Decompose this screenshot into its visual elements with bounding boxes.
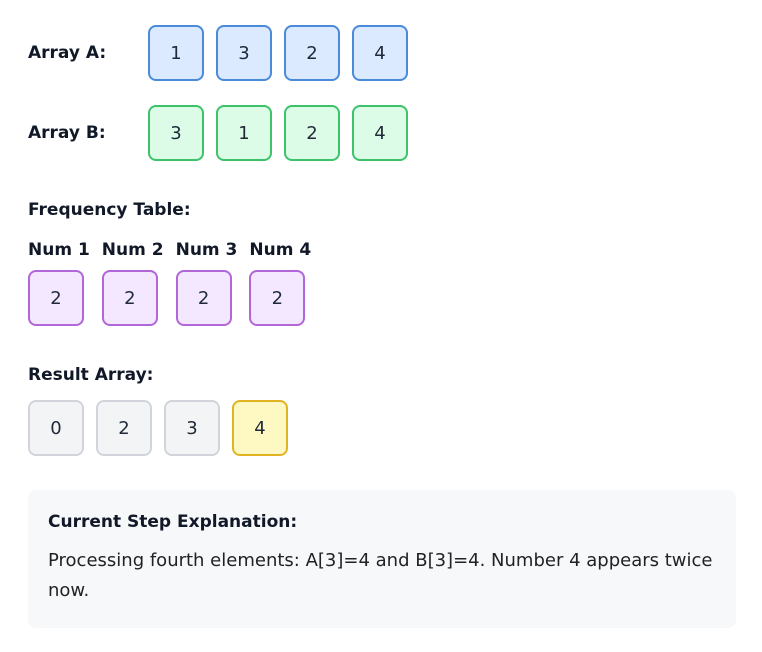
array-a-cells: 1 3 2 4 xyxy=(148,25,408,81)
result-cell: 0 xyxy=(28,400,84,456)
frequency-cell: 2 xyxy=(28,270,84,326)
result-cell-highlighted: 4 xyxy=(232,400,288,456)
frequency-header: Num 2 xyxy=(101,240,164,260)
array-b-cell: 1 xyxy=(216,105,272,161)
visualization: Array A: 1 3 2 4 Array B: 3 1 2 4 Freque… xyxy=(0,0,762,652)
array-b-cell: 2 xyxy=(284,105,340,161)
result-cell: 2 xyxy=(96,400,152,456)
frequency-table: Num 1 2 Num 2 2 Num 3 2 Num 4 2 xyxy=(28,238,323,326)
frequency-header: Num 4 xyxy=(249,240,312,260)
frequency-column: Num 2 2 xyxy=(101,238,164,326)
step-explanation-title: Current Step Explanation: xyxy=(48,512,298,532)
array-b-cells: 3 1 2 4 xyxy=(148,105,408,161)
frequency-table-title: Frequency Table: xyxy=(28,200,191,220)
step-explanation-panel: Current Step Explanation: Processing fou… xyxy=(28,490,736,628)
array-b-row: Array B: 3 1 2 4 xyxy=(28,105,408,161)
array-a-row: Array A: 1 3 2 4 xyxy=(28,25,408,81)
result-array-title: Result Array: xyxy=(28,365,154,385)
result-array-cells: 0 2 3 4 xyxy=(28,400,288,456)
array-a-label: Array A: xyxy=(28,43,107,63)
array-b-cell: 3 xyxy=(148,105,204,161)
frequency-cell: 2 xyxy=(101,270,158,326)
array-a-cell: 1 xyxy=(148,25,204,81)
array-a-cell: 2 xyxy=(284,25,340,81)
frequency-column: Num 1 2 xyxy=(28,238,90,326)
array-b-cell: 4 xyxy=(352,105,408,161)
step-explanation-text: Processing fourth elements: A[3]=4 and B… xyxy=(48,550,713,601)
array-a-cell: 4 xyxy=(352,25,408,81)
frequency-column: Num 4 2 xyxy=(249,238,311,326)
frequency-column: Num 3 2 xyxy=(175,238,238,326)
frequency-cell: 2 xyxy=(249,270,306,326)
array-b-label: Array B: xyxy=(28,123,106,143)
array-a-cell: 3 xyxy=(216,25,272,81)
result-cell: 3 xyxy=(164,400,220,456)
frequency-header: Num 3 xyxy=(175,240,238,260)
frequency-cell: 2 xyxy=(175,270,232,326)
result-array-row: 0 2 3 4 xyxy=(28,400,288,456)
frequency-header: Num 1 xyxy=(28,240,90,260)
